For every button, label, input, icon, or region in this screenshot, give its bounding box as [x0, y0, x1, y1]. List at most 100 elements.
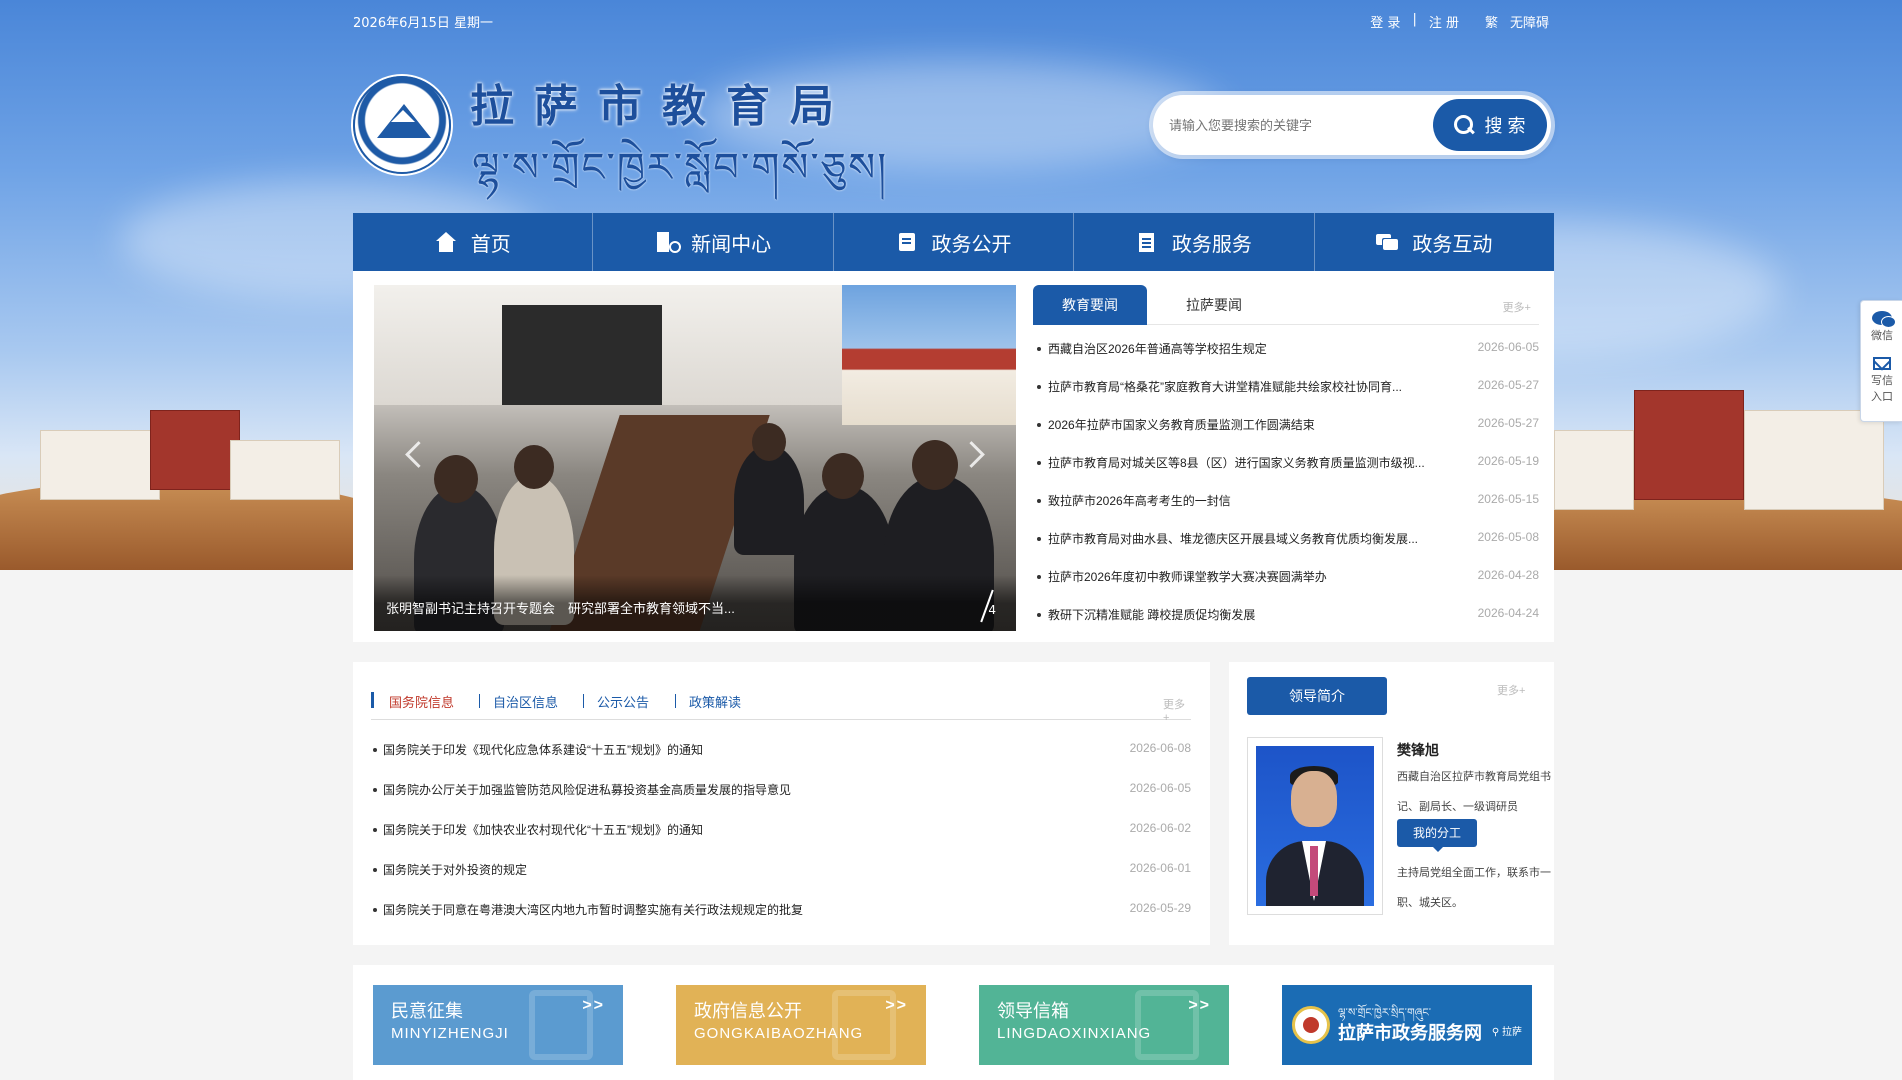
government-emblem-icon	[1292, 1006, 1330, 1044]
tab-public-notices[interactable]: 公示公告	[597, 692, 649, 711]
nav-item-label: 政务公开	[931, 231, 1012, 256]
info-date: 2026-06-01	[1129, 861, 1191, 875]
leader-title: 西藏自治区拉萨市教育局党组书记、副局长、一级调研员	[1397, 771, 1551, 813]
login-link[interactable]: 登 录	[1370, 12, 1400, 31]
news-date: 2026-06-05	[1477, 340, 1539, 354]
tile-title: 拉萨市政务服务网	[1338, 1023, 1482, 1043]
nav-item-label: 政务互动	[1412, 231, 1493, 256]
info-item[interactable]: 国务院关于印发《现代化应急体系建设“十五五”规划》的通知 2026-06-08	[371, 740, 1191, 780]
nav-item-news-center[interactable]: 新闻中心	[593, 213, 834, 271]
search-button-label: 搜 索	[1484, 116, 1526, 136]
leader-profile-panel: 领导简介 更多+ 樊锋旭 西藏自治区拉萨市教育局党组书记、副局长、一级调研员 我…	[1229, 662, 1554, 945]
news-item[interactable]: 致拉萨市2026年高考考生的一封信 2026-05-15	[1033, 489, 1539, 527]
info-item[interactable]: 国务院关于对外投资的规定 2026-06-01	[371, 860, 1191, 900]
news-title[interactable]: 教研下沉精准赋能 蹲校提质促均衡发展	[1048, 606, 1448, 623]
building-icon	[655, 232, 682, 253]
info-item[interactable]: 国务院关于同意在粤港澳大湾区内地九市暂时调整实施有关行政法规规定的批复 2026-…	[371, 900, 1191, 940]
news-title[interactable]: 拉萨市教育局对城关区等8县（区）进行国家义务教育质量监测市级视...	[1048, 454, 1448, 471]
leader-name: 樊锋旭	[1397, 742, 1439, 758]
slider-prev-arrow[interactable]	[402, 435, 428, 475]
news-title[interactable]: 拉萨市2026年度初中教师课堂教学大赛决赛圆满举办	[1048, 568, 1448, 585]
tab-lhasa-news[interactable]: 拉萨要闻	[1157, 285, 1271, 325]
leader-more-link[interactable]: 更多+	[1497, 682, 1525, 698]
info-list: 国务院关于印发《现代化应急体系建设“十五五”规划》的通知 2026-06-08 国…	[371, 740, 1191, 940]
leader-duty: 主持局党组全面工作，联系市一职、城关区。	[1397, 867, 1551, 909]
news-photo-slider[interactable]: 张明智副书记主持召开专题会 研究部署全市教育领域不当... 4	[374, 285, 1016, 631]
traditional-chinese-link[interactable]: 繁	[1485, 12, 1498, 31]
tile-subtitle: MINYIZHENGJI	[391, 1025, 509, 1042]
location-pin-label: ⚲ 拉萨	[1491, 1027, 1522, 1038]
bureau-emblem-logo[interactable]	[353, 76, 451, 174]
letter-entry[interactable]: 写信 入口	[1861, 357, 1902, 404]
news-item[interactable]: 教研下沉精准赋能 蹲校提质促均衡发展 2026-04-24	[1033, 603, 1539, 641]
wechat-entry[interactable]: 微信	[1861, 311, 1902, 343]
search-button[interactable]: 搜 索	[1433, 99, 1547, 151]
news-tabs: 教育要闻 拉萨要闻 更多+	[1033, 285, 1539, 325]
news-more-link[interactable]: 更多+	[1503, 299, 1531, 315]
tile-arrow: >>	[885, 997, 908, 1014]
news-item[interactable]: 西藏自治区2026年普通高等学校招生规定 2026-06-05	[1033, 337, 1539, 375]
news-title[interactable]: 致拉萨市2026年高考考生的一封信	[1048, 492, 1448, 509]
news-title[interactable]: 拉萨市教育局“格桑花”家庭教育大讲堂精准赋能共绘家校社协同育...	[1048, 378, 1448, 395]
info-more-link[interactable]: 更多+	[1163, 696, 1191, 724]
tile-public-opinion[interactable]: 民意征集 MINYIZHENGJI >>	[373, 985, 623, 1065]
news-date: 2026-05-19	[1477, 454, 1539, 468]
news-date: 2026-04-24	[1477, 606, 1539, 620]
news-item[interactable]: 拉萨市2026年度初中教师课堂教学大赛决赛圆满举办 2026-04-28	[1033, 565, 1539, 603]
tile-subtitle: GONGKAIBAOZHANG	[694, 1025, 864, 1042]
tab-policy-interpretation[interactable]: 政策解读	[689, 692, 741, 711]
tab-education-news[interactable]: 教育要闻	[1033, 285, 1147, 325]
info-title[interactable]: 国务院办公厅关于加强监管防范风险促进私募投资基金高质量发展的指导意见	[383, 781, 791, 798]
quick-links-panel: 民意征集 MINYIZHENGJI >> 政府信息公开 GONGKAIBAOZH…	[353, 965, 1554, 1080]
tile-arrow: >>	[582, 997, 605, 1014]
news-title[interactable]: 2026年拉萨市国家义务教育质量监测工作圆满结束	[1048, 416, 1448, 433]
slider-page-number: 4	[988, 603, 996, 617]
nav-item-government-disclosure[interactable]: 政务公开	[834, 213, 1075, 271]
tile-title: 领导信箱	[997, 1001, 1069, 1021]
tile-lhasa-government-service-portal[interactable]: ལྷ་ས་གྲོང་ཁྱེར་སྲིད་གཞུང་ 拉萨市政务服务网 ⚲ 拉萨	[1282, 985, 1532, 1065]
nav-item-government-services[interactable]: 政务服务	[1074, 213, 1315, 271]
news-title[interactable]: 拉萨市教育局对曲水县、堆龙德庆区开展县域义务教育优质均衡发展...	[1048, 530, 1448, 547]
letter-label-line2: 入口	[1871, 390, 1893, 403]
news-title[interactable]: 西藏自治区2026年普通高等学校招生规定	[1048, 340, 1448, 357]
news-item[interactable]: 拉萨市教育局对城关区等8县（区）进行国家义务教育质量监测市级视... 2026-0…	[1033, 451, 1539, 489]
leader-photo[interactable]	[1247, 737, 1383, 915]
info-date: 2026-05-29	[1129, 901, 1191, 915]
tile-government-info-disclosure[interactable]: 政府信息公开 GONGKAIBAOZHANG >>	[676, 985, 926, 1065]
info-title[interactable]: 国务院关于印发《现代化应急体系建设“十五五”规划》的通知	[383, 741, 703, 758]
info-title[interactable]: 国务院关于印发《加快农业农村现代化“十五五”规划》的通知	[383, 821, 703, 838]
register-link[interactable]: 注 册	[1429, 12, 1459, 31]
education-news-panel: 教育要闻 拉萨要闻 更多+ 西藏自治区2026年普通高等学校招生规定 2026-0…	[1033, 285, 1539, 631]
leader-intro-button[interactable]: 领导简介	[1247, 677, 1387, 715]
search-input[interactable]	[1169, 105, 1407, 145]
info-title[interactable]: 国务院关于对外投资的规定	[383, 861, 527, 878]
news-date: 2026-04-28	[1477, 568, 1539, 582]
tile-subtitle: LINGDAOXINXIANG	[997, 1025, 1152, 1042]
wechat-label: 微信	[1871, 329, 1893, 342]
mail-icon	[1873, 357, 1891, 370]
chat-icon	[1376, 232, 1399, 252]
slider-next-arrow[interactable]	[962, 435, 988, 475]
info-date: 2026-06-05	[1129, 781, 1191, 795]
slider-caption[interactable]: 张明智副书记主持召开专题会 研究部署全市教育领域不当...	[386, 598, 735, 617]
document-icon	[1136, 232, 1158, 252]
accessibility-link[interactable]: 无障碍	[1510, 12, 1549, 31]
current-date: 2026年6月15日 星期一	[353, 16, 494, 31]
news-item[interactable]: 拉萨市教育局“格桑花”家庭教育大讲堂精准赋能共绘家校社协同育... 2026-05…	[1033, 375, 1539, 413]
tile-leader-mailbox[interactable]: 领导信箱 LINGDAOXINXIANG >>	[979, 985, 1229, 1065]
info-item[interactable]: 国务院办公厅关于加强监管防范风险促进私募投资基金高质量发展的指导意见 2026-0…	[371, 780, 1191, 820]
info-date: 2026-06-08	[1129, 741, 1191, 755]
news-item[interactable]: 拉萨市教育局对曲水县、堆龙德庆区开展县域义务教育优质均衡发展... 2026-05…	[1033, 527, 1539, 565]
info-item[interactable]: 国务院关于印发《加快农业农村现代化“十五五”规划》的通知 2026-06-02	[371, 820, 1191, 860]
info-title[interactable]: 国务院关于同意在粤港澳大湾区内地九市暂时调整实施有关行政法规规定的批复	[383, 901, 803, 918]
tab-state-council-info[interactable]: 国务院信息	[389, 692, 454, 711]
news-date: 2026-05-08	[1477, 530, 1539, 544]
nav-item-government-interaction[interactable]: 政务互动	[1315, 213, 1554, 271]
tab-autonomous-region-info[interactable]: 自治区信息	[493, 692, 558, 711]
top-links: 登 录 | 注 册 繁 无障碍	[1370, 12, 1549, 31]
duty-button[interactable]: 我的分工	[1397, 819, 1477, 852]
search-box: 搜 索	[1153, 95, 1551, 155]
news-item[interactable]: 2026年拉萨市国家义务教育质量监测工作圆满结束 2026-05-27	[1033, 413, 1539, 451]
tile-title: 民意征集	[391, 1001, 463, 1021]
nav-item-home[interactable]: 首页	[353, 213, 594, 271]
